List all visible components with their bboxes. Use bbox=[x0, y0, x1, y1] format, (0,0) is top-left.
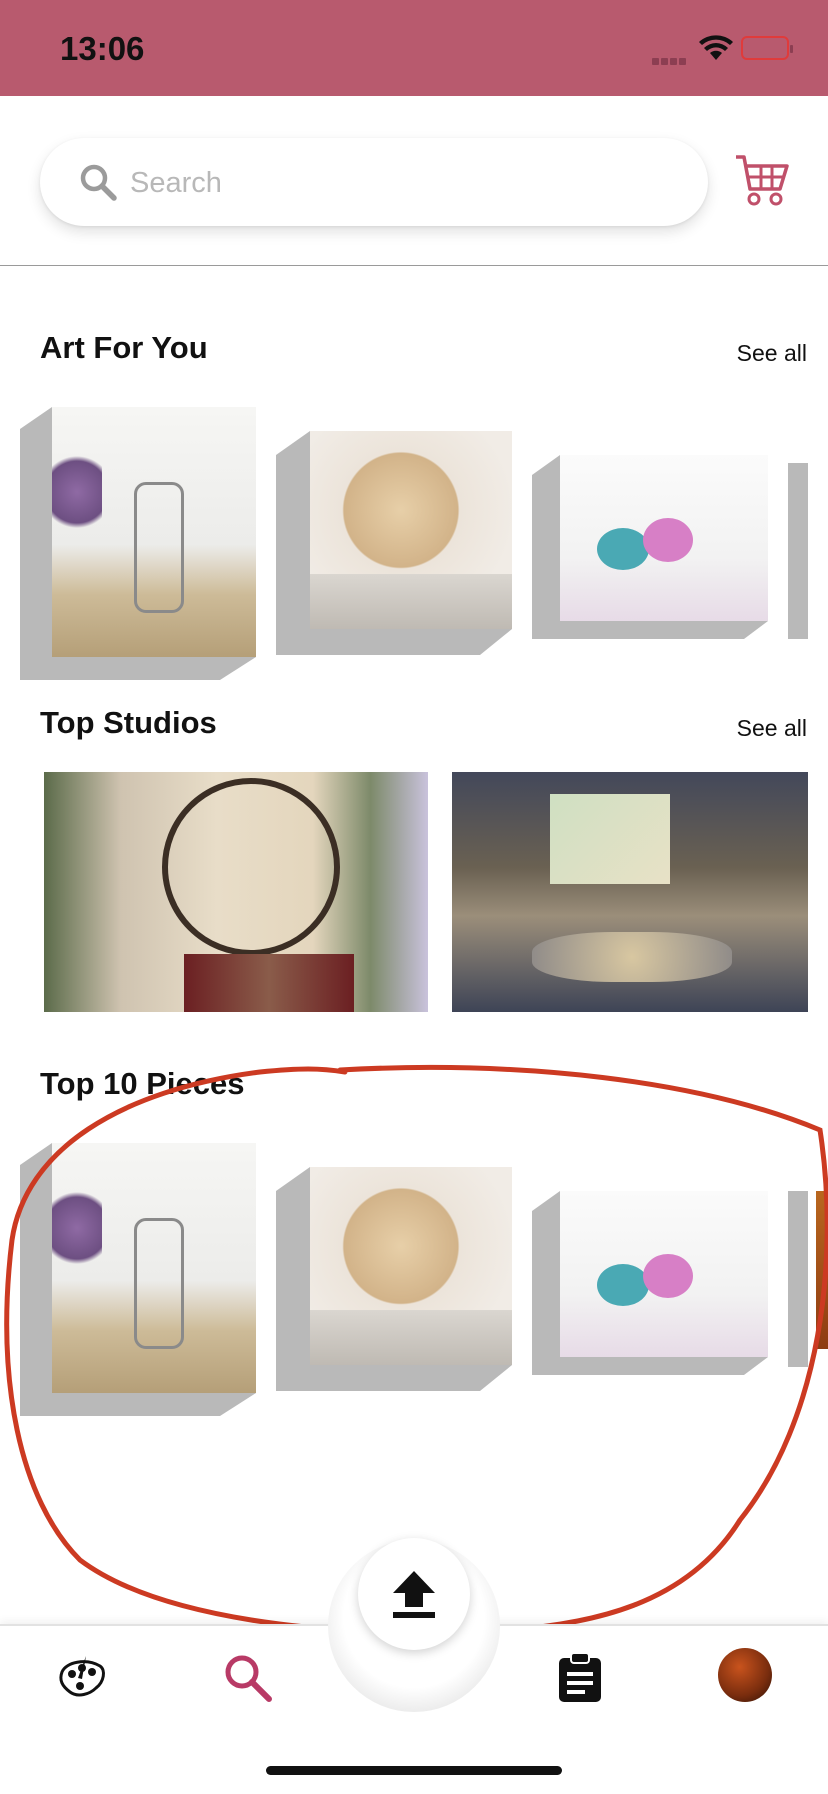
art-card[interactable] bbox=[20, 407, 256, 680]
section-title-top-studios: Top Studios bbox=[40, 705, 217, 740]
see-all-art-for-you-link[interactable]: See all bbox=[737, 340, 807, 367]
artwork-yarn-image bbox=[560, 1191, 768, 1357]
artwork-yarn-image bbox=[560, 455, 768, 621]
studio-card[interactable] bbox=[44, 772, 428, 1012]
section-title-art-for-you: Art For You bbox=[40, 330, 208, 365]
artwork-vase-image bbox=[52, 407, 256, 657]
wifi-icon bbox=[699, 35, 733, 60]
art-card[interactable] bbox=[532, 455, 768, 639]
art-card[interactable] bbox=[532, 1191, 768, 1375]
artwork-vase-image bbox=[52, 1143, 256, 1393]
artwork-autumn-image bbox=[816, 1191, 828, 1349]
search-icon bbox=[225, 1655, 272, 1702]
art-card[interactable] bbox=[20, 1143, 256, 1416]
cellular-signal-icon bbox=[652, 52, 688, 70]
status-time: 13:06 bbox=[60, 30, 145, 67]
artwork-plate-image bbox=[310, 431, 512, 629]
section-title-top-10-pieces: Top 10 Pieces bbox=[40, 1066, 245, 1101]
header-divider bbox=[0, 265, 828, 266]
search-bar[interactable] bbox=[40, 138, 708, 228]
upload-button[interactable] bbox=[358, 1538, 470, 1650]
art-card[interactable] bbox=[788, 1191, 828, 1367]
see-all-top-studios-link[interactable]: See all bbox=[737, 715, 807, 742]
studio-card[interactable] bbox=[452, 772, 808, 1012]
battery-low-icon bbox=[741, 36, 793, 60]
nav-search-tab[interactable] bbox=[218, 1648, 278, 1708]
nav-profile-avatar[interactable] bbox=[718, 1648, 772, 1702]
clipboard-icon bbox=[559, 1652, 601, 1702]
art-card[interactable] bbox=[276, 1167, 512, 1391]
search-input[interactable] bbox=[128, 138, 672, 228]
upload-icon bbox=[393, 1571, 435, 1618]
cart-icon[interactable] bbox=[734, 152, 790, 208]
status-bar: 13:06 bbox=[0, 0, 828, 96]
nav-orders-tab[interactable] bbox=[550, 1648, 610, 1708]
art-card[interactable] bbox=[276, 431, 512, 655]
artwork-plate-image bbox=[310, 1167, 512, 1365]
search-icon bbox=[80, 164, 117, 201]
art-card[interactable] bbox=[788, 463, 828, 639]
nav-studio-tab[interactable] bbox=[52, 1648, 112, 1708]
home-indicator bbox=[266, 1766, 562, 1775]
art-palette-icon bbox=[59, 1656, 105, 1697]
